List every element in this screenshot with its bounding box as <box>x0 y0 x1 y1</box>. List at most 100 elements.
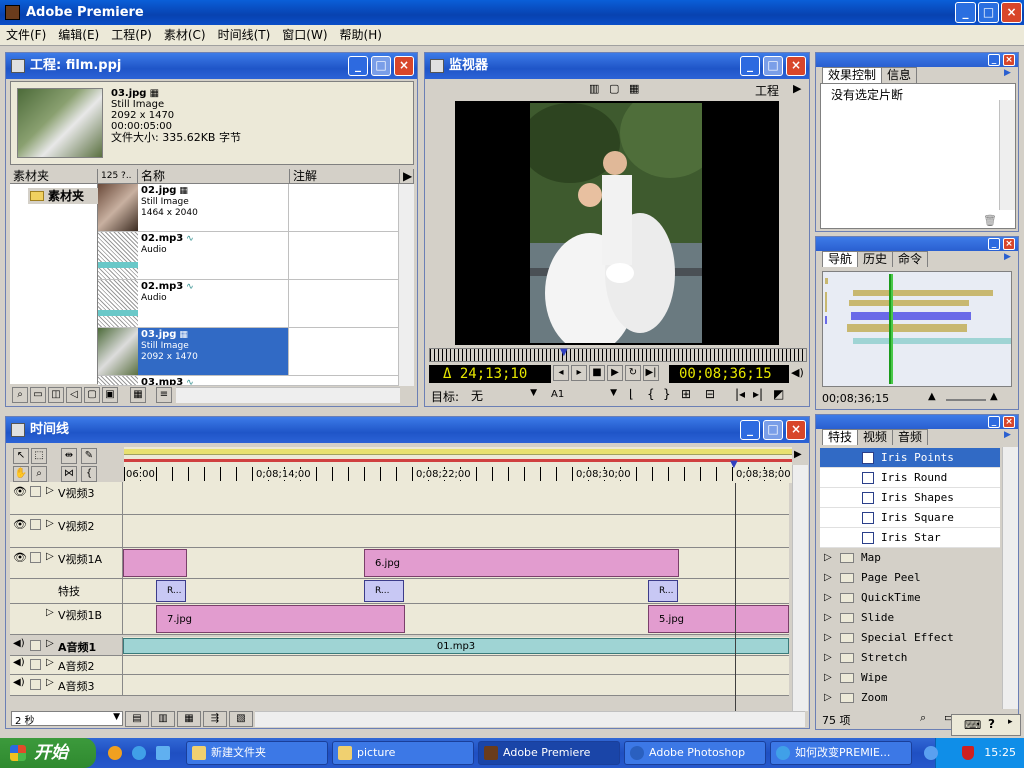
video-clip[interactable]: 5.jpg <box>648 605 789 633</box>
tab-video[interactable]: 视频 <box>857 429 894 445</box>
effects-list-item[interactable]: Iris Points <box>820 448 1000 468</box>
list-view-icon[interactable]: ≡ <box>156 387 172 403</box>
monitor-menu-arrow[interactable]: ▶ <box>793 82 801 95</box>
play-in-out-icon[interactable]: ▶| <box>643 365 659 381</box>
edit-line-marker[interactable]: ▼ <box>730 459 738 470</box>
effects-minimize-button[interactable]: _ <box>988 416 1000 428</box>
menu-clip[interactable]: 素材(C) <box>158 25 212 45</box>
expand-arrow-icon[interactable]: ▷ <box>824 608 832 628</box>
automate-icon[interactable]: ◁ <box>66 387 82 403</box>
playhead-marker[interactable]: ▼ <box>560 347 568 358</box>
tab-transitions[interactable]: 特技 <box>822 429 859 445</box>
timeline-hscroll[interactable] <box>255 711 805 727</box>
expand-arrow-icon[interactable]: ▷ <box>824 588 832 608</box>
speaker-icon[interactable]: ◀) <box>13 657 25 668</box>
app-close-button[interactable]: × <box>1001 2 1022 23</box>
monitor-maximize-button[interactable]: □ <box>763 56 783 76</box>
eye-icon[interactable]: 👁 <box>13 485 27 498</box>
expand-arrow-icon[interactable]: ▷ <box>46 657 54 668</box>
monitor-minimize-button[interactable]: _ <box>740 56 760 76</box>
desktop-icon[interactable] <box>156 746 170 760</box>
effect-controls-menu-arrow[interactable]: ▶ <box>1004 68 1011 78</box>
navigator-menu-arrow[interactable]: ▶ <box>1004 252 1011 262</box>
toggle-edge-icon[interactable]: ▧ <box>229 711 253 727</box>
app-maximize-button[interactable]: □ <box>978 2 999 23</box>
effects-list-item[interactable]: Iris Star <box>820 528 1000 548</box>
tab-audio[interactable]: 音频 <box>892 429 929 445</box>
razor-tool-icon[interactable]: ✎ <box>81 448 97 464</box>
clip-row[interactable]: 02.mp3 ∿ Audio <box>98 232 398 280</box>
project-close-button[interactable]: × <box>394 56 414 76</box>
eye-icon[interactable]: 👁 <box>13 518 27 531</box>
stop-icon[interactable]: ■ <box>589 365 605 381</box>
project-minimize-button[interactable]: _ <box>348 56 368 76</box>
security-shield-icon[interactable] <box>962 746 974 760</box>
transition-clip[interactable]: R... <box>156 580 186 602</box>
track-lane[interactable]: 01.mp3 <box>123 637 789 655</box>
effects-list-item[interactable]: Iris Round <box>820 468 1000 488</box>
clip-row-selected[interactable]: 03.jpg ▦ Still Image 2092 x 1470 <box>98 328 398 376</box>
transition-clip[interactable]: R... <box>648 580 678 602</box>
clip-note[interactable] <box>288 184 398 231</box>
effects-list-item[interactable]: ▷ Slide <box>820 608 1000 628</box>
mark-in-icon[interactable]: { <box>647 387 655 401</box>
find-icon[interactable]: ⌕ <box>920 711 926 725</box>
tab-commands[interactable]: 命令 <box>892 251 929 267</box>
step-back-icon[interactable]: ◂ <box>553 365 569 381</box>
expand-arrow-icon[interactable]: ▷ <box>46 638 54 649</box>
expand-arrow-icon[interactable]: ▷ <box>824 668 832 688</box>
track-select[interactable]: A1 ▼ <box>547 387 619 403</box>
effects-list-item[interactable]: ▷ Wipe <box>820 668 1000 688</box>
expand-arrow-icon[interactable]: ▷ <box>46 485 54 496</box>
track-format-icon[interactable]: ▤ <box>125 711 149 727</box>
expand-arrow-icon[interactable]: ▷ <box>824 628 832 648</box>
lock-box[interactable] <box>30 679 41 690</box>
mark-out-icon[interactable]: } <box>663 387 671 401</box>
effects-list-item[interactable]: Iris Square <box>820 508 1000 528</box>
track-v3[interactable]: 👁 ▷ V视频3 <box>10 482 789 515</box>
speaker-icon[interactable]: ◀) <box>13 677 25 688</box>
new-item-icon[interactable]: ◫ <box>48 387 64 403</box>
effect-controls-scrollbar[interactable] <box>999 100 1015 210</box>
timeline-ruler[interactable]: 06:00 0;08;14;00 0;08;22;00 0;08;30;00 0… <box>124 447 792 483</box>
prev-edit-icon[interactable]: |◂ <box>735 387 745 401</box>
zoom-select[interactable]: 2 秒 ▼ <box>11 711 123 727</box>
delete-icon[interactable]: ▢ <box>84 387 100 403</box>
track-lane[interactable] <box>123 656 789 674</box>
bins-header[interactable]: 素材夹 <box>10 169 98 184</box>
video-clip[interactable]: 7.jpg <box>156 605 405 633</box>
track-lane[interactable] <box>123 515 789 547</box>
lock-box[interactable] <box>30 659 41 670</box>
extract-icon[interactable]: ⊟ <box>705 387 715 401</box>
effects-menu-arrow[interactable]: ▶ <box>1004 430 1011 440</box>
lock-box[interactable] <box>30 640 41 651</box>
menu-help[interactable]: 帮助(H) <box>334 25 388 45</box>
hand-tool-icon[interactable]: ✋ <box>13 466 29 482</box>
expand-arrow-icon[interactable]: ▷ <box>824 688 832 708</box>
effects-scrollbar[interactable] <box>1002 447 1018 709</box>
navigator-minimize-button[interactable]: _ <box>988 238 1000 250</box>
help-icon[interactable]: ? <box>988 717 995 731</box>
track-lane[interactable] <box>123 675 789 695</box>
taskbar-browser[interactable]: 如何改变PREMIE... <box>770 741 912 765</box>
keyboard-icon[interactable]: ⌨ <box>964 718 981 732</box>
menu-timeline[interactable]: 时间线(T) <box>212 25 277 45</box>
transition-clip[interactable]: R... <box>364 580 404 602</box>
expand-arrow-icon[interactable]: ▷ <box>824 568 832 588</box>
menu-window[interactable]: 窗口(W) <box>276 25 333 45</box>
selection-tool-icon[interactable]: ↖ <box>13 448 29 464</box>
taskbar-premiere[interactable]: Adobe Premiere <box>478 741 620 765</box>
volume-icon[interactable]: ◀) <box>791 366 804 379</box>
toggle-snap-icon[interactable]: ▥ <box>151 711 175 727</box>
effects-list-item[interactable]: ▷ Special Effect <box>820 628 1000 648</box>
track-a3[interactable]: ◀) ▷ A音频3 <box>10 675 789 696</box>
monitor-close-button[interactable]: × <box>786 56 806 76</box>
track-v2[interactable]: 👁 ▷ V视频2 <box>10 515 789 548</box>
eye-icon[interactable]: 👁 <box>13 551 27 564</box>
lift-icon[interactable]: ⊞ <box>681 387 691 401</box>
start-button[interactable]: 开始 <box>0 738 96 768</box>
speaker-icon[interactable]: ◀) <box>13 638 25 649</box>
taskbar-folder-new[interactable]: 新建文件夹 <box>186 741 328 765</box>
monitor-scrub-bar[interactable]: ▼ <box>429 347 807 362</box>
timeline-menu-arrow[interactable]: ▶ <box>794 449 802 460</box>
